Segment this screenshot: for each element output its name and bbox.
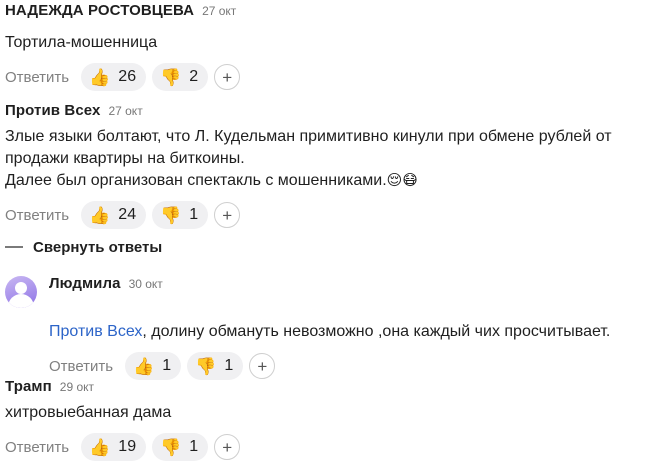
collapse-replies-button[interactable]: Свернуть ответы bbox=[5, 236, 162, 258]
collapse-replies-label: Свернуть ответы bbox=[33, 238, 163, 256]
comment-date: 29 окт bbox=[59, 380, 95, 394]
thumbs-down-icon: 👎 bbox=[160, 67, 182, 87]
comment-meta: Людмила 30 окт bbox=[49, 275, 655, 297]
comment-date: 27 окт bbox=[202, 4, 237, 18]
add-reaction-button[interactable]: + bbox=[249, 353, 276, 379]
comment-text-body: , долину обмануть невозможно ,она каждый… bbox=[142, 323, 611, 340]
add-reaction-button[interactable]: + bbox=[214, 64, 241, 90]
add-reaction-button[interactable]: + bbox=[214, 202, 241, 228]
like-count: 1 bbox=[162, 357, 172, 374]
add-reaction-button[interactable]: + bbox=[214, 434, 241, 460]
like-button[interactable]: 👍 1 bbox=[125, 352, 182, 380]
reply-comment: Людмила 30 окт Против Всех, долину обман… bbox=[49, 275, 655, 381]
thumbs-up-icon: 👍 bbox=[89, 205, 111, 225]
dislike-button[interactable]: 👎 1 bbox=[152, 201, 209, 229]
like-count: 24 bbox=[118, 206, 137, 223]
comment: НАДЕЖДА РОСТОВЦЕВА 27 окт Тортила-мошенн… bbox=[5, 2, 655, 92]
comment-text: Против Всех, долину обмануть невозможно … bbox=[49, 299, 655, 343]
thumbs-up-icon: 👍 bbox=[133, 356, 155, 376]
comment-actions: Ответить 👍 26 👎 2 + bbox=[5, 62, 655, 92]
reply-button[interactable]: Ответить bbox=[5, 69, 69, 86]
thumbs-down-icon: 👎 bbox=[160, 437, 182, 457]
comment-date: 27 окт bbox=[108, 104, 143, 118]
reply-button[interactable]: Ответить bbox=[5, 207, 69, 224]
comment-text-wrap: Злые языки болтают, что Л. Кудельман при… bbox=[5, 126, 655, 192]
comment-author[interactable]: Против Всех bbox=[5, 102, 100, 119]
reply-button[interactable]: Ответить bbox=[49, 358, 113, 375]
comment-date: 30 окт bbox=[128, 277, 163, 291]
comment-text: Злые языки болтают, что Л. Кудельман при… bbox=[5, 128, 612, 189]
dislike-button[interactable]: 👎 2 bbox=[152, 63, 209, 91]
comment-text: Тортила-мошенница bbox=[5, 34, 158, 51]
avatar-head-icon bbox=[15, 282, 27, 294]
collapse-dash-icon bbox=[5, 246, 23, 248]
mention-link[interactable]: Против Всех bbox=[49, 323, 142, 340]
dislike-button[interactable]: 👎 1 bbox=[152, 433, 209, 461]
comment-author[interactable]: Людмила bbox=[49, 275, 121, 292]
comment-actions: Ответить 👍 24 👎 1 + bbox=[5, 200, 655, 230]
comment-text: хитровыебанная дама bbox=[5, 404, 172, 421]
thumbs-down-icon: 👎 bbox=[195, 356, 217, 376]
avatar-body-icon bbox=[8, 294, 34, 308]
comment-emojis: 😌😷 bbox=[386, 172, 418, 189]
dislike-count: 1 bbox=[224, 357, 234, 374]
comment-meta: Против Всех 27 окт bbox=[5, 102, 655, 124]
thumbs-down-icon: 👎 bbox=[160, 205, 182, 225]
thumbs-up-icon: 👍 bbox=[89, 67, 111, 87]
reply-button[interactable]: Ответить bbox=[5, 439, 69, 456]
like-button[interactable]: 👍 24 bbox=[81, 201, 147, 229]
dislike-count: 2 bbox=[189, 68, 199, 85]
like-count: 26 bbox=[118, 68, 137, 85]
dislike-count: 1 bbox=[189, 206, 199, 223]
like-button[interactable]: 👍 19 bbox=[81, 433, 147, 461]
comment-author[interactable]: НАДЕЖДА РОСТОВЦЕВА bbox=[5, 2, 194, 19]
comment-meta: Трамп 29 окт bbox=[5, 378, 655, 400]
comment: Против Всех 27 окт Злые языки болтают, ч… bbox=[5, 102, 655, 230]
like-count: 19 bbox=[118, 438, 137, 455]
like-button[interactable]: 👍 26 bbox=[81, 63, 147, 91]
comment: Трамп 29 окт хитровыебанная дама Ответит… bbox=[5, 378, 655, 462]
dislike-count: 1 bbox=[189, 438, 199, 455]
thumbs-up-icon: 👍 bbox=[89, 437, 111, 457]
comment-meta: НАДЕЖДА РОСТОВЦЕВА 27 окт bbox=[5, 2, 655, 24]
comments-section: НАДЕЖДА РОСТОВЦЕВА 27 окт Тортила-мошенн… bbox=[0, 0, 655, 464]
comment-actions: Ответить 👍 1 👎 1 + bbox=[49, 351, 655, 381]
dislike-button[interactable]: 👎 1 bbox=[187, 352, 244, 380]
comment-actions: Ответить 👍 19 👎 1 + bbox=[5, 432, 655, 462]
avatar[interactable] bbox=[5, 276, 37, 308]
comment-author[interactable]: Трамп bbox=[5, 378, 52, 395]
